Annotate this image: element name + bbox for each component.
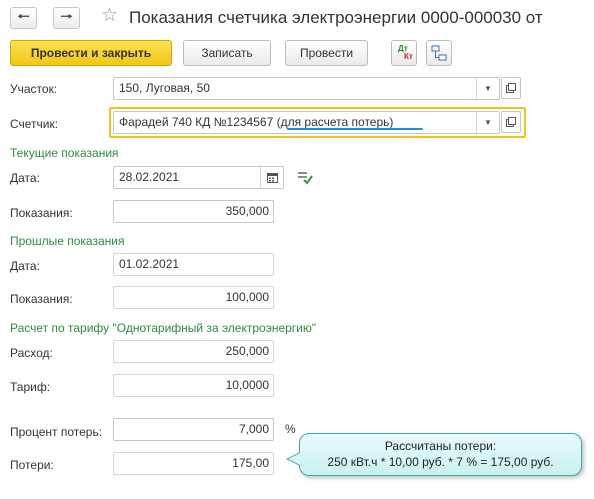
spellcheck-underline [287, 128, 423, 130]
structure-icon [431, 45, 447, 61]
previous-reading-value: 100,000 [225, 290, 269, 304]
open-icon [506, 83, 516, 93]
current-date-field[interactable]: 28.02.2021 [113, 166, 284, 189]
star-icon[interactable]: ☆ [101, 5, 118, 27]
post-and-close-label: Провести и закрыть [30, 46, 152, 60]
current-readings-heading: Текущие показания [10, 146, 119, 160]
arrow-left-icon: 🠐 [17, 8, 30, 24]
current-reading-field[interactable]: 350,000 [113, 200, 274, 223]
tooltip-line-1: Рассчитаны потери: [384, 439, 497, 453]
previous-date-value: 01.02.2021 [119, 257, 180, 271]
back-button[interactable]: 🠐 [10, 7, 37, 29]
structure-button[interactable] [426, 40, 452, 66]
save-button[interactable]: Записать [183, 40, 271, 66]
dt-kt-report-button[interactable]: Дт Кт [391, 40, 417, 66]
fill-check-icon [298, 172, 313, 185]
consumption-value: 250,000 [225, 344, 269, 358]
plot-value: 150, Луговая, 50 [119, 81, 210, 95]
open-plot-button[interactable] [501, 77, 521, 99]
open-icon [506, 117, 516, 127]
loss-percent-value: 7,000 [238, 422, 269, 436]
calendar-icon [266, 173, 278, 183]
rate-label: Тариф: [10, 380, 51, 394]
current-date-label: Дата: [10, 171, 40, 185]
current-reading-value: 350,000 [225, 204, 269, 218]
forward-button[interactable]: 🠒 [53, 7, 80, 29]
consumption-field[interactable]: 250,000 [113, 340, 274, 363]
fill-reading-button[interactable] [297, 170, 313, 187]
dt-kt-icon: Дт Кт [392, 41, 416, 65]
current-reading-label: Показания: [10, 206, 73, 220]
meter-field[interactable]: Фарадей 740 КД №1234567 (для расчета пот… [113, 111, 500, 134]
tooltip-line-2: 250 кВт.ч * 10,00 руб. * 7 % = 175,00 ру… [327, 455, 554, 469]
current-date-value: 28.02.2021 [119, 170, 180, 184]
chevron-down-icon[interactable]: ▼ [476, 78, 499, 99]
previous-reading-label: Показания: [10, 292, 73, 306]
save-label: Записать [201, 46, 253, 60]
plot-field[interactable]: 150, Луговая, 50 ▼ [113, 77, 500, 100]
loss-percent-label: Процент потерь: [10, 425, 103, 439]
losses-value: 175,00 [232, 456, 269, 470]
post-button[interactable]: Провести [285, 40, 368, 66]
arrow-right-icon: 🠒 [60, 8, 73, 24]
previous-readings-heading: Прошлые показания [10, 234, 125, 248]
open-meter-button[interactable] [501, 111, 521, 133]
tariff-heading: Расчет по тарифу "Однотарифный за электр… [10, 321, 317, 335]
kt-label: Кт [404, 52, 413, 61]
losses-field[interactable]: 175,00 [113, 452, 274, 475]
rate-value: 10,0000 [225, 378, 269, 392]
percent-unit: % [285, 422, 296, 436]
previous-date-field[interactable]: 01.02.2021 [113, 253, 274, 276]
consumption-label: Расход: [10, 346, 53, 360]
chevron-down-icon[interactable]: ▼ [476, 112, 499, 133]
loss-percent-field[interactable]: 7,000 [113, 418, 274, 441]
previous-date-label: Дата: [10, 259, 40, 273]
losses-tooltip: Рассчитаны потери: 250 кВт.ч * 10,00 руб… [299, 433, 582, 476]
post-and-close-button[interactable]: Провести и закрыть [10, 40, 172, 66]
previous-reading-field[interactable]: 100,000 [113, 286, 274, 309]
plot-label: Участок: [10, 82, 58, 96]
losses-label: Потери: [10, 458, 54, 472]
tooltip-tail-inner [288, 453, 300, 465]
calendar-button[interactable] [260, 167, 283, 188]
post-label: Провести [299, 46, 354, 60]
page-title: Показания счетчика электроэнергии 0000-0… [129, 8, 543, 27]
rate-field[interactable]: 10,0000 [113, 374, 274, 397]
meter-label: Счетчик: [10, 117, 59, 131]
